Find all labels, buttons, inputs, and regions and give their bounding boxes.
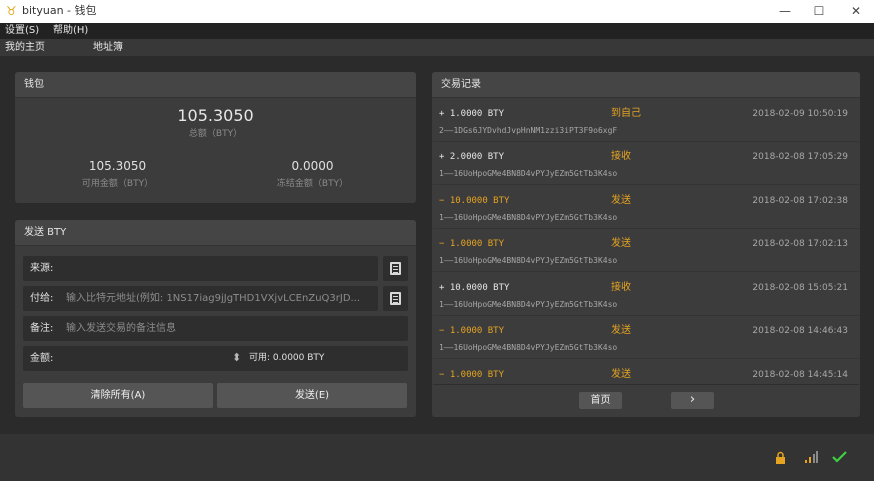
clipboard-icon xyxy=(390,262,401,275)
nav-home[interactable]: 我的主页 xyxy=(5,41,45,55)
wallet-frozen-label: 冻结金额（BTY） xyxy=(276,179,349,189)
amount-label: 金额: xyxy=(30,353,54,364)
first-page-button[interactable]: 首页 xyxy=(579,392,622,409)
nav-addressbook[interactable]: 地址簿 xyxy=(93,41,123,55)
transaction-row[interactable]: − 1.0000 BTY 发送 2018-02-08 17:02:13 1——1… xyxy=(433,229,859,272)
tx-address: 1——16UoHpoGMe4BN8D4vPYJyEZm5GtTb3K4so xyxy=(439,256,618,265)
menu-bar: 设置(S) 帮助(H) xyxy=(0,23,874,39)
wallet-frozen-value: 0.0000 xyxy=(291,159,334,173)
wallet-total-value: 105.3050 xyxy=(177,106,254,125)
check-icon xyxy=(832,451,847,463)
send-header: 发送 BTY xyxy=(15,220,416,246)
menu-settings[interactable]: 设置(S) xyxy=(5,24,39,38)
to-label: 付给: xyxy=(30,293,54,304)
tx-type: 发送 xyxy=(611,238,631,249)
wallet-panel: 钱包 105.3050 总额（BTY） 105.3050 可用金额（BTY） 0… xyxy=(15,72,416,203)
note-input[interactable]: 输入发送交易的备注信息 xyxy=(66,322,176,335)
transaction-row[interactable]: + 2.0000 BTY 接收 2018-02-08 17:05:29 1——1… xyxy=(433,142,859,185)
tx-type: 接收 xyxy=(611,282,631,293)
app-logo-icon: ♉ xyxy=(6,4,17,18)
tx-date: 2018-02-09 10:50:19 xyxy=(752,109,848,119)
to-input[interactable]: 输入比特元地址(例如: 1NS17iag9jJgTHD1VXjvLCEnZuQ3… xyxy=(66,292,376,305)
next-page-button[interactable]: › xyxy=(671,392,714,409)
send-button[interactable]: 发送(E) xyxy=(217,383,407,408)
transaction-row[interactable]: − 1.0000 BTY 发送 2018-02-08 14:46:43 1——1… xyxy=(433,316,859,359)
transactions-header: 交易记录 xyxy=(432,72,860,98)
tx-address: 2——1DGs6JYDvhdJvpHnNM1zzi3iPT3F9o6xgF xyxy=(439,126,618,135)
tx-type: 到自己 xyxy=(611,108,641,119)
amount-field[interactable]: 金额: ⬍ 可用: 0.0000 BTY xyxy=(23,346,408,371)
tx-amount: + 1.0000 BTY xyxy=(439,109,505,119)
transaction-row[interactable]: − 1.0000 BTY 发送 2018-02-08 14:45:14 xyxy=(433,360,859,383)
send-header-label: 发送 BTY xyxy=(24,227,67,238)
menu-help[interactable]: 帮助(H) xyxy=(53,24,88,38)
from-field[interactable]: 来源: xyxy=(23,256,378,281)
maximize-button[interactable]: ☐ xyxy=(804,2,834,20)
tx-type: 发送 xyxy=(611,369,631,380)
wallet-total-label: 总额（BTY） xyxy=(188,129,243,139)
amount-spin-button[interactable]: ⬍ xyxy=(232,351,241,365)
tx-date: 2018-02-08 17:05:29 xyxy=(752,152,848,162)
tx-date: 2018-02-08 14:45:14 xyxy=(752,370,848,380)
to-field[interactable]: 付给: 输入比特元地址(例如: 1NS17iag9jJgTHD1VXjvLCEn… xyxy=(23,286,378,311)
title-bar: ♉ bityuan - 钱包 — ☐ ✕ xyxy=(0,0,874,23)
tx-type: 接收 xyxy=(611,151,631,162)
minimize-button[interactable]: — xyxy=(770,2,800,20)
nav-bar: 我的主页 地址簿 xyxy=(0,39,874,56)
close-button[interactable]: ✕ xyxy=(841,2,871,20)
transaction-row[interactable]: + 10.0000 BTY 接收 2018-02-08 15:05:21 1——… xyxy=(433,273,859,316)
status-bar xyxy=(0,434,874,481)
tx-amount: − 1.0000 BTY xyxy=(439,370,505,380)
tx-type: 发送 xyxy=(611,195,631,206)
signal-icon xyxy=(805,451,818,463)
tx-address: 1——16UoHpoGMe4BN8D4vPYJyEZm5GtTb3K4so xyxy=(439,343,618,352)
tx-amount: + 2.0000 BTY xyxy=(439,152,505,162)
tx-amount: − 1.0000 BTY xyxy=(439,326,505,336)
list-divider xyxy=(433,384,859,385)
tx-date: 2018-02-08 15:05:21 xyxy=(752,283,848,293)
lock-icon xyxy=(776,451,785,464)
transactions-header-label: 交易记录 xyxy=(441,79,481,90)
to-paste-button[interactable] xyxy=(383,286,408,311)
transaction-row[interactable]: + 1.0000 BTY 到自己 2018-02-09 10:50:19 2——… xyxy=(433,99,859,142)
tx-address: 1——16UoHpoGMe4BN8D4vPYJyEZm5GtTb3K4so xyxy=(439,300,618,309)
tx-amount: + 10.0000 BTY xyxy=(439,283,510,293)
tx-address: 1——16UoHpoGMe4BN8D4vPYJyEZm5GtTb3K4so xyxy=(439,213,618,222)
tx-type: 发送 xyxy=(611,325,631,336)
tx-amount: − 10.0000 BTY xyxy=(439,196,510,206)
from-label: 来源: xyxy=(30,263,54,274)
clipboard-icon xyxy=(390,292,401,305)
clear-all-button[interactable]: 清除所有(A) xyxy=(23,383,213,408)
wallet-available-label: 可用金额（BTY） xyxy=(81,179,154,189)
tx-date: 2018-02-08 17:02:13 xyxy=(752,239,848,249)
wallet-available-value: 105.3050 xyxy=(88,159,147,173)
tx-date: 2018-02-08 14:46:43 xyxy=(752,326,848,336)
window-title: bityuan - 钱包 xyxy=(22,4,97,17)
wallet-header-label: 钱包 xyxy=(24,79,44,90)
tx-amount: − 1.0000 BTY xyxy=(439,239,505,249)
tx-address: 1——16UoHpoGMe4BN8D4vPYJyEZm5GtTb3K4so xyxy=(439,169,618,178)
from-addressbook-button[interactable] xyxy=(383,256,408,281)
note-label: 备注: xyxy=(30,323,54,334)
available-amount-label: 可用: 0.0000 BTY xyxy=(249,353,325,363)
wallet-header: 钱包 xyxy=(15,72,416,98)
tx-date: 2018-02-08 17:02:38 xyxy=(752,196,848,206)
note-field[interactable]: 备注: 输入发送交易的备注信息 xyxy=(23,316,408,341)
transaction-row[interactable]: − 10.0000 BTY 发送 2018-02-08 17:02:38 1——… xyxy=(433,186,859,229)
